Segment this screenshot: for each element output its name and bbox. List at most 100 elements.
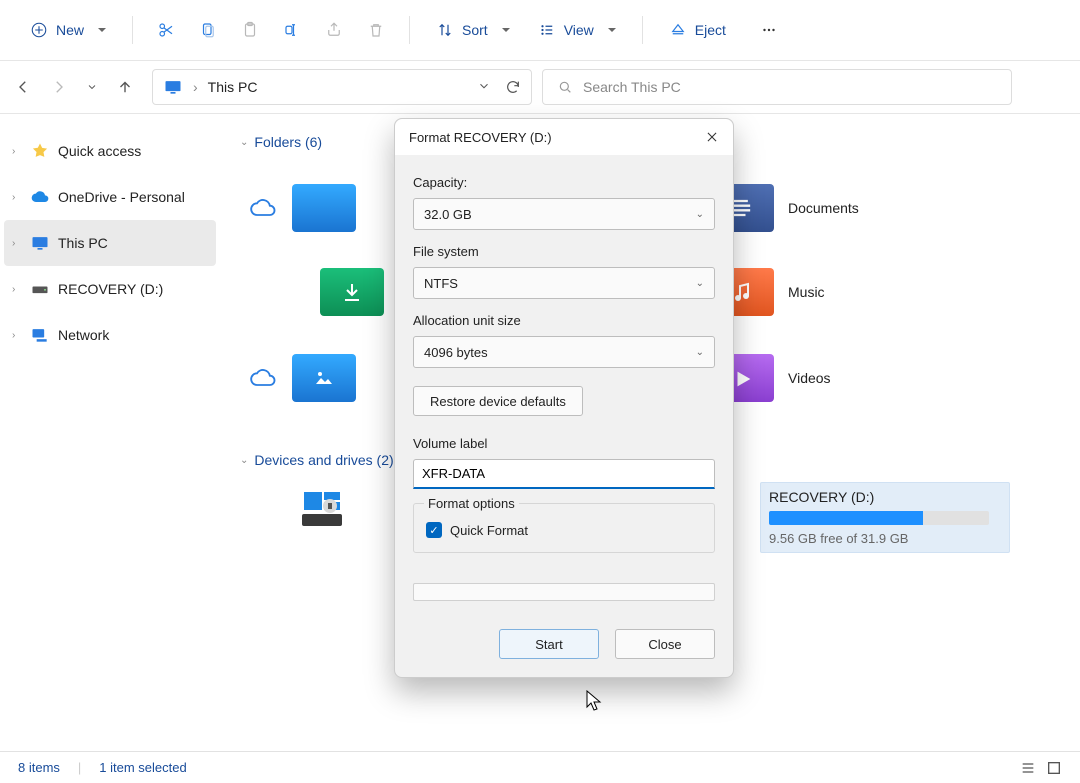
tree-label: This PC bbox=[58, 235, 108, 251]
folder-item-cloud-1[interactable] bbox=[250, 184, 356, 232]
tree-label: OneDrive - Personal bbox=[58, 189, 185, 205]
delete-button[interactable] bbox=[357, 12, 395, 48]
folder-icon bbox=[292, 184, 356, 232]
forward-icon[interactable] bbox=[50, 78, 68, 96]
capacity-select[interactable]: 32.0 GB ⌄ bbox=[413, 198, 715, 230]
dialog-actions: Start Close bbox=[413, 629, 715, 659]
filesystem-value: NTFS bbox=[424, 276, 458, 291]
drive-label: RECOVERY (D:) bbox=[769, 489, 1001, 505]
clipboard-icon bbox=[241, 21, 259, 39]
chevron-down-icon: ⌄ bbox=[696, 209, 704, 220]
plus-circle-icon bbox=[30, 21, 48, 39]
filesystem-select[interactable]: NTFS ⌄ bbox=[413, 267, 715, 299]
nav-arrows bbox=[14, 78, 142, 96]
quick-format-label: Quick Format bbox=[450, 523, 528, 538]
group-folders-label: Folders (6) bbox=[254, 134, 322, 150]
address-bar[interactable]: › This PC bbox=[152, 69, 532, 105]
cloud-icon bbox=[30, 187, 50, 207]
chevron-down-icon: ⌄ bbox=[696, 347, 704, 358]
view-button[interactable]: View bbox=[526, 12, 628, 48]
quick-format-checkbox[interactable]: ✓ Quick Format bbox=[426, 522, 702, 538]
volume-label-label: Volume label bbox=[413, 436, 715, 451]
sort-button[interactable]: Sort bbox=[424, 12, 522, 48]
details-view-icon[interactable] bbox=[1020, 760, 1036, 776]
alloc-value: 4096 bytes bbox=[424, 345, 488, 360]
up-icon[interactable] bbox=[116, 78, 134, 96]
os-drive-icon bbox=[300, 488, 344, 532]
monitor-icon bbox=[163, 77, 183, 97]
share-button[interactable] bbox=[315, 12, 353, 48]
star-icon bbox=[30, 141, 50, 161]
capacity-label: Capacity: bbox=[413, 175, 715, 190]
folder-item-downloads[interactable] bbox=[320, 268, 384, 316]
tree-label: Network bbox=[58, 327, 109, 343]
dialog-body: Capacity: 32.0 GB ⌄ File system NTFS ⌄ All… bbox=[395, 155, 733, 677]
filesystem-label: File system bbox=[413, 244, 715, 259]
separator bbox=[409, 16, 410, 44]
monitor-icon bbox=[30, 233, 50, 253]
scissors-icon bbox=[157, 21, 175, 39]
cursor-icon bbox=[586, 690, 604, 712]
group-drives-label: Devices and drives (2) bbox=[254, 452, 393, 468]
dialog-title: Format RECOVERY (D:) bbox=[409, 130, 552, 145]
start-button[interactable]: Start bbox=[499, 629, 599, 659]
copy-button[interactable] bbox=[189, 12, 227, 48]
sort-label: Sort bbox=[462, 22, 488, 38]
format-options-group: Format options ✓ Quick Format bbox=[413, 503, 715, 553]
tree-item-thispc[interactable]: ›This PC bbox=[4, 220, 216, 266]
nav-tree: ›Quick access ›OneDrive - Personal ›This… bbox=[0, 114, 220, 754]
breadcrumb-chevron: › bbox=[193, 79, 198, 95]
downloads-folder-icon bbox=[320, 268, 384, 316]
folder-label: Videos bbox=[788, 370, 831, 386]
drive-icon bbox=[30, 279, 50, 299]
eject-label: Eject bbox=[695, 22, 726, 38]
capacity-value: 32.0 GB bbox=[424, 207, 472, 222]
trash-icon bbox=[367, 21, 385, 39]
search-box[interactable]: Search This PC bbox=[542, 69, 1012, 105]
tiles-view-icon[interactable] bbox=[1046, 760, 1062, 776]
ellipsis-icon bbox=[760, 21, 778, 39]
chevron-down-icon[interactable] bbox=[477, 79, 491, 93]
sort-icon bbox=[436, 21, 454, 39]
rename-button[interactable] bbox=[273, 12, 311, 48]
recent-chevron-icon[interactable] bbox=[86, 81, 98, 93]
format-options-legend: Format options bbox=[424, 496, 519, 511]
status-bar: 8 items | 1 item selected bbox=[0, 751, 1080, 783]
more-button[interactable] bbox=[750, 12, 788, 48]
checkbox-checked-icon: ✓ bbox=[426, 522, 442, 538]
tree-item-recovery[interactable]: ›RECOVERY (D:) bbox=[4, 266, 216, 312]
dialog-titlebar[interactable]: Format RECOVERY (D:) bbox=[395, 119, 733, 155]
drive-item-recovery[interactable]: RECOVERY (D:) 9.56 GB free of 31.9 GB bbox=[760, 482, 1010, 553]
alloc-select[interactable]: 4096 bytes ⌄ bbox=[413, 336, 715, 368]
eject-icon bbox=[669, 21, 687, 39]
tree-item-quickaccess[interactable]: ›Quick access bbox=[4, 128, 216, 174]
network-icon bbox=[30, 325, 50, 345]
new-button[interactable]: New bbox=[18, 12, 118, 48]
eject-button[interactable]: Eject bbox=[657, 12, 738, 48]
alloc-label: Allocation unit size bbox=[413, 313, 715, 328]
cut-button[interactable] bbox=[147, 12, 185, 48]
volume-label-input[interactable] bbox=[413, 459, 715, 489]
search-placeholder: Search This PC bbox=[583, 79, 681, 95]
restore-defaults-button[interactable]: Restore device defaults bbox=[413, 386, 583, 416]
refresh-icon[interactable] bbox=[505, 79, 521, 95]
tree-label: Quick access bbox=[58, 143, 141, 159]
close-icon[interactable] bbox=[705, 130, 719, 144]
separator bbox=[132, 16, 133, 44]
back-icon[interactable] bbox=[14, 78, 32, 96]
tree-item-onedrive[interactable]: ›OneDrive - Personal bbox=[4, 174, 216, 220]
view-icon bbox=[538, 21, 556, 39]
share-icon bbox=[325, 21, 343, 39]
folder-item-cloud-2[interactable] bbox=[250, 354, 356, 402]
progress-bar bbox=[413, 583, 715, 601]
address-row: › This PC Search This PC bbox=[0, 61, 1080, 113]
close-button[interactable]: Close bbox=[615, 629, 715, 659]
drive-sublabel: 9.56 GB free of 31.9 GB bbox=[769, 531, 1001, 546]
separator bbox=[642, 16, 643, 44]
folder-label: Music bbox=[788, 284, 825, 300]
new-label: New bbox=[56, 22, 84, 38]
search-icon bbox=[557, 79, 573, 95]
chevron-down-icon: ⌄ bbox=[696, 278, 704, 289]
paste-button[interactable] bbox=[231, 12, 269, 48]
tree-item-network[interactable]: ›Network bbox=[4, 312, 216, 358]
